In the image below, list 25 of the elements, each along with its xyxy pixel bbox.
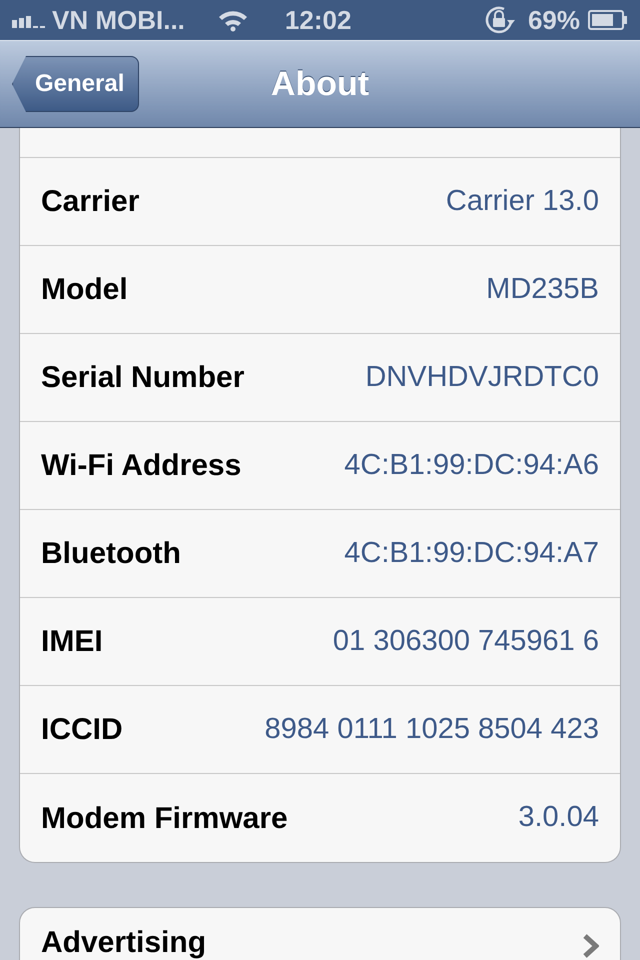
row-label: IMEI: [41, 624, 103, 660]
carrier-name: VN MOBI...: [52, 4, 185, 36]
row-value: 4C:B1:99:DC:94:A7: [344, 536, 599, 571]
row-label: Modem Firmware: [41, 800, 288, 836]
row-value: 8984 0111 1025 8504 423: [264, 712, 599, 747]
row-label: Model: [41, 272, 128, 308]
table-row[interactable]: Advertising: [19, 907, 621, 960]
battery-percent: 69%: [528, 4, 580, 36]
row-label: Bluetooth: [41, 536, 181, 572]
row-label: Advertising: [41, 928, 206, 958]
page-title: About: [270, 64, 370, 104]
row-label: ICCID: [41, 712, 123, 748]
chevron-icon: [583, 934, 599, 958]
row-value: MD235B: [486, 272, 599, 307]
back-button[interactable]: General: [12, 56, 140, 112]
row-value: DNVHDVJRDTC0: [365, 360, 599, 395]
row-label: Serial Number: [41, 360, 244, 396]
row-label: Wi-Fi Address: [41, 448, 242, 484]
row-value: 01 306300 745961 6: [332, 624, 599, 659]
clock: 12:02: [284, 4, 352, 36]
battery-icon: [588, 10, 628, 30]
row-value: 3.0.04: [518, 800, 599, 836]
row-label: Carrier: [41, 184, 140, 220]
row-value: 4C:B1:99:DC:94:A6: [344, 448, 599, 483]
row-value: Carrier 13.0: [446, 184, 599, 219]
